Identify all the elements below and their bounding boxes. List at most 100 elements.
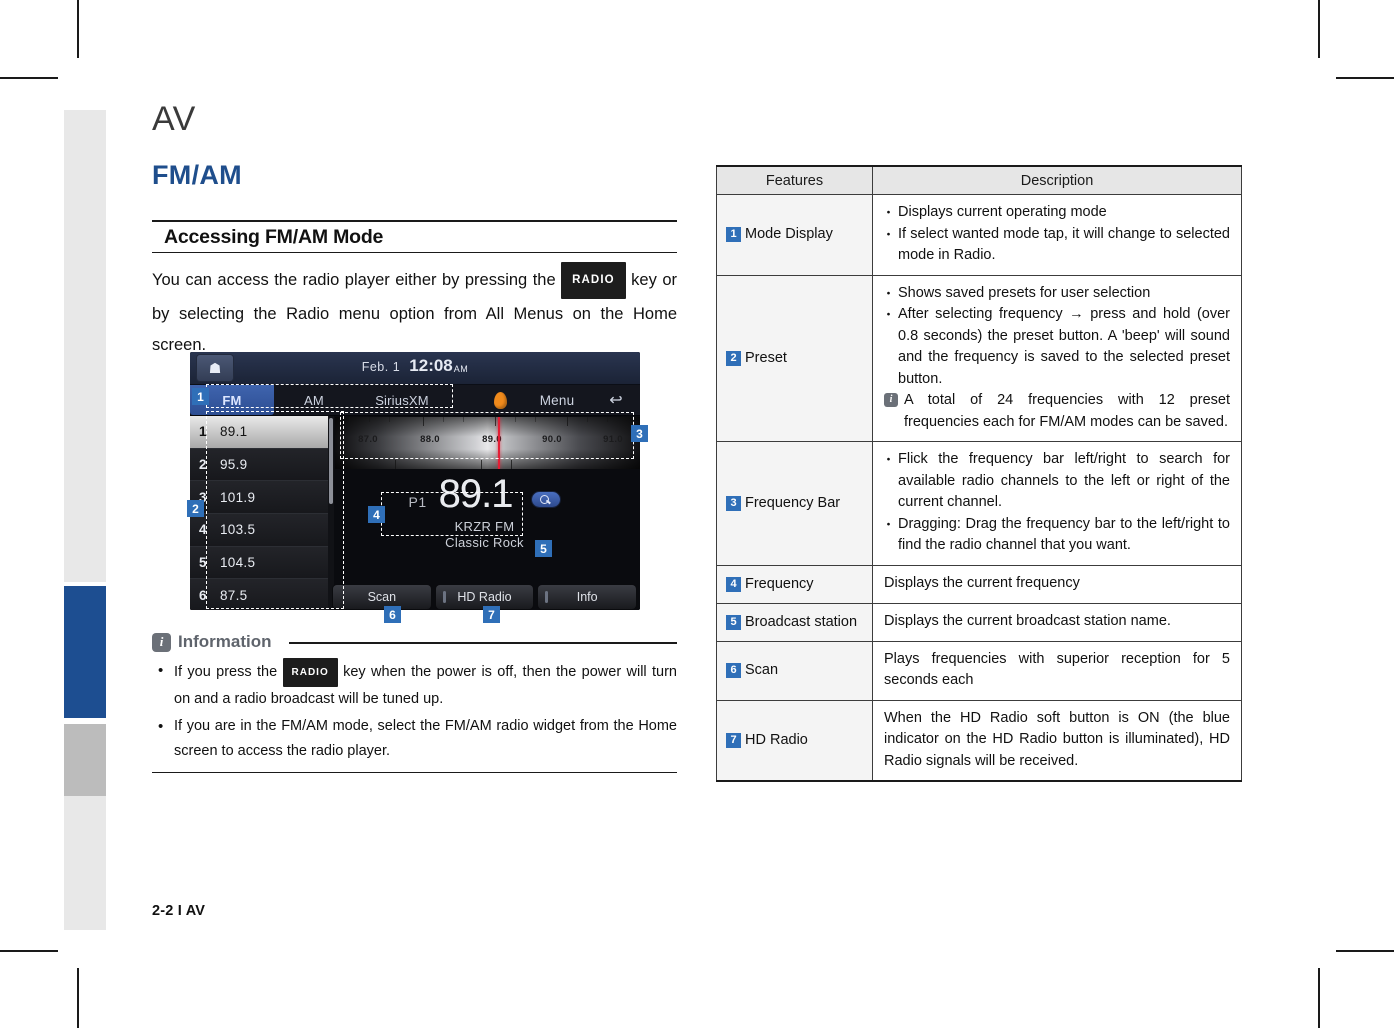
tab-bar-spacer [450, 385, 478, 415]
table-row: 3Frequency Bar Flick the frequency bar l… [716, 441, 1242, 566]
sound-settings-button[interactable] [478, 385, 522, 415]
description-line: After selecting frequency → press and ho… [882, 304, 1230, 390]
freq-tick-label-4: 90.0 [542, 434, 562, 445]
description-line: If select wanted mode tap, it will chang… [882, 224, 1230, 267]
preset-number: 5 [199, 555, 207, 571]
preset-number: 4 [199, 522, 207, 538]
description-list-1: Displays current operating mode If selec… [882, 202, 1230, 267]
device-status-bar: ☗ Feb. 1 12:08AM [190, 352, 640, 385]
crop-mark-left-top [0, 77, 58, 79]
frequency-bar[interactable]: 87.0 88.0 89.0 90.0 91.0 [335, 417, 640, 469]
scan-button[interactable]: Scan [333, 585, 431, 609]
chapter-title: AV [152, 100, 196, 138]
freq-tick-label-2: 88.0 [420, 434, 440, 445]
freq-tick [567, 417, 568, 426]
hd-radio-indicator [442, 591, 446, 603]
information-item-2: If you are in the FM/AM mode, select the… [152, 714, 677, 764]
edge-tab-segment-4 [64, 724, 106, 796]
freq-tick [495, 417, 496, 426]
preset-item-5[interactable]: 5 104.5 [190, 546, 328, 580]
information-list: If you press the RADIO key when the powe… [152, 658, 677, 764]
tab-am[interactable]: AM [274, 385, 354, 415]
preset-item-4[interactable]: 4 103.5 [190, 514, 328, 547]
information-title: Information [178, 632, 272, 651]
crop-mark-bottom-left [77, 968, 79, 1028]
table-row: 7 HD Radio When the HD Radio soft button … [716, 699, 1242, 782]
radio-screen-illustration: ☗ Feb. 1 12:08AM FM AM SiriusXM Menu ↩ 1… [190, 352, 640, 610]
feature-label-5: Broadcast station [745, 613, 858, 630]
col-header-features: Features [716, 166, 873, 195]
table-row: 1Mode Display Displays current operating… [716, 194, 1242, 276]
preset-frequency: 103.5 [220, 522, 256, 538]
description-line: Dragging: Drag the frequency bar to the … [882, 514, 1230, 557]
crop-mark-bottom-right [1318, 968, 1320, 1028]
marker-4: 4 [368, 506, 385, 523]
description-list-3: Flick the frequency bar left/right to se… [882, 449, 1230, 557]
preset-frequency: 101.9 [220, 489, 256, 505]
freq-tick-bottom [395, 460, 396, 469]
edge-tab-segment-active [64, 586, 106, 718]
col-header-description: Description [872, 166, 1242, 195]
table-row: 2Preset Shows saved presets for user sel… [716, 274, 1242, 442]
marker-6: 6 [384, 606, 401, 623]
crop-mark-top-right [1318, 0, 1320, 58]
intro-paragraph: You can access the radio player either b… [152, 262, 677, 361]
info-label: Info [576, 590, 598, 604]
marker-2: 2 [187, 500, 204, 517]
freq-tick-minor [535, 417, 536, 422]
radio-key-badge: RADIO [561, 262, 626, 299]
preset-item-2[interactable]: 2 95.9 [190, 448, 328, 482]
station-genre: Classic Rock [445, 535, 524, 550]
marker-badge-2: 2 [726, 350, 741, 366]
information-bottom-rule [152, 772, 677, 774]
tab-siriusxm[interactable]: SiriusXM [354, 385, 450, 415]
marker-badge-4: 4 [726, 576, 741, 592]
status-ampm: AM [453, 364, 469, 374]
note-info-icon: i [884, 393, 898, 407]
info-item1-pre: If you press the [174, 664, 283, 680]
edge-tab-segment-5 [64, 796, 106, 930]
status-time: 12:08 [409, 356, 453, 375]
feature-label-6: Scan [745, 662, 779, 678]
information-rule [288, 642, 677, 644]
preset-label: P1 [408, 494, 427, 510]
info-button[interactable]: Info [538, 585, 637, 609]
feature-cell-6: 6 Scan [716, 640, 873, 701]
preset-list: 1 89.1 2 95.9 3 101.9 4 103.5 5 104.5 6 … [190, 416, 329, 610]
preset-frequency: 87.5 [220, 587, 248, 603]
marker-badge-7: 7 [726, 732, 741, 748]
intro-text-part1: You can access the radio player either b… [152, 271, 562, 289]
feature-cell-2: 2 Preset [716, 274, 873, 442]
info-icon: i [152, 632, 171, 652]
description-note: i A total of 24 frequencies with 12 prese… [884, 390, 1230, 433]
feature-label-4: Frequency [745, 575, 814, 592]
freq-tick-minor [607, 417, 608, 422]
preset-item-6[interactable]: 6 87.5 [190, 579, 328, 610]
description-line: Flick the frequency bar left/right to se… [882, 449, 1230, 514]
information-header: i Information [152, 632, 677, 652]
back-button[interactable]: ↩ [592, 385, 640, 415]
manual-page: AV FM/AM Accessing FM/AM Mode You can ac… [0, 0, 1394, 1028]
menu-button[interactable]: Menu [522, 385, 592, 415]
description-cell-3: Flick the frequency bar left/right to se… [872, 441, 1242, 566]
crop-mark-right-bottom [1336, 950, 1394, 952]
marker-7: 7 [483, 606, 500, 623]
marker-1: 1 [192, 388, 209, 405]
preset-number: 2 [199, 457, 207, 472]
note-text: A total of 24 frequencies with 12 preset… [904, 392, 1230, 430]
description-line: Displays current operating mode [882, 202, 1230, 224]
feature-label-3: Frequency Bar [745, 494, 841, 511]
marker-badge-1: 1 [726, 227, 741, 243]
description-line: Shows saved presets for user selection [882, 283, 1230, 305]
marker-5: 5 [535, 540, 552, 557]
info-indicator [545, 591, 549, 603]
status-clock: Feb. 1 12:08AM [190, 356, 640, 376]
radio-key-badge-small: RADIO [282, 658, 338, 687]
freq-tick-minor [587, 417, 588, 422]
preset-item-3[interactable]: 3 101.9 [190, 481, 328, 515]
feature-label-2: Preset [745, 349, 787, 366]
description-cell-5: Displays the current broadcast station n… [872, 602, 1242, 642]
search-icon[interactable] [532, 492, 561, 507]
page-footer: 2-2 I AV [152, 903, 206, 919]
preset-item-1[interactable]: 1 89.1 [190, 416, 328, 449]
